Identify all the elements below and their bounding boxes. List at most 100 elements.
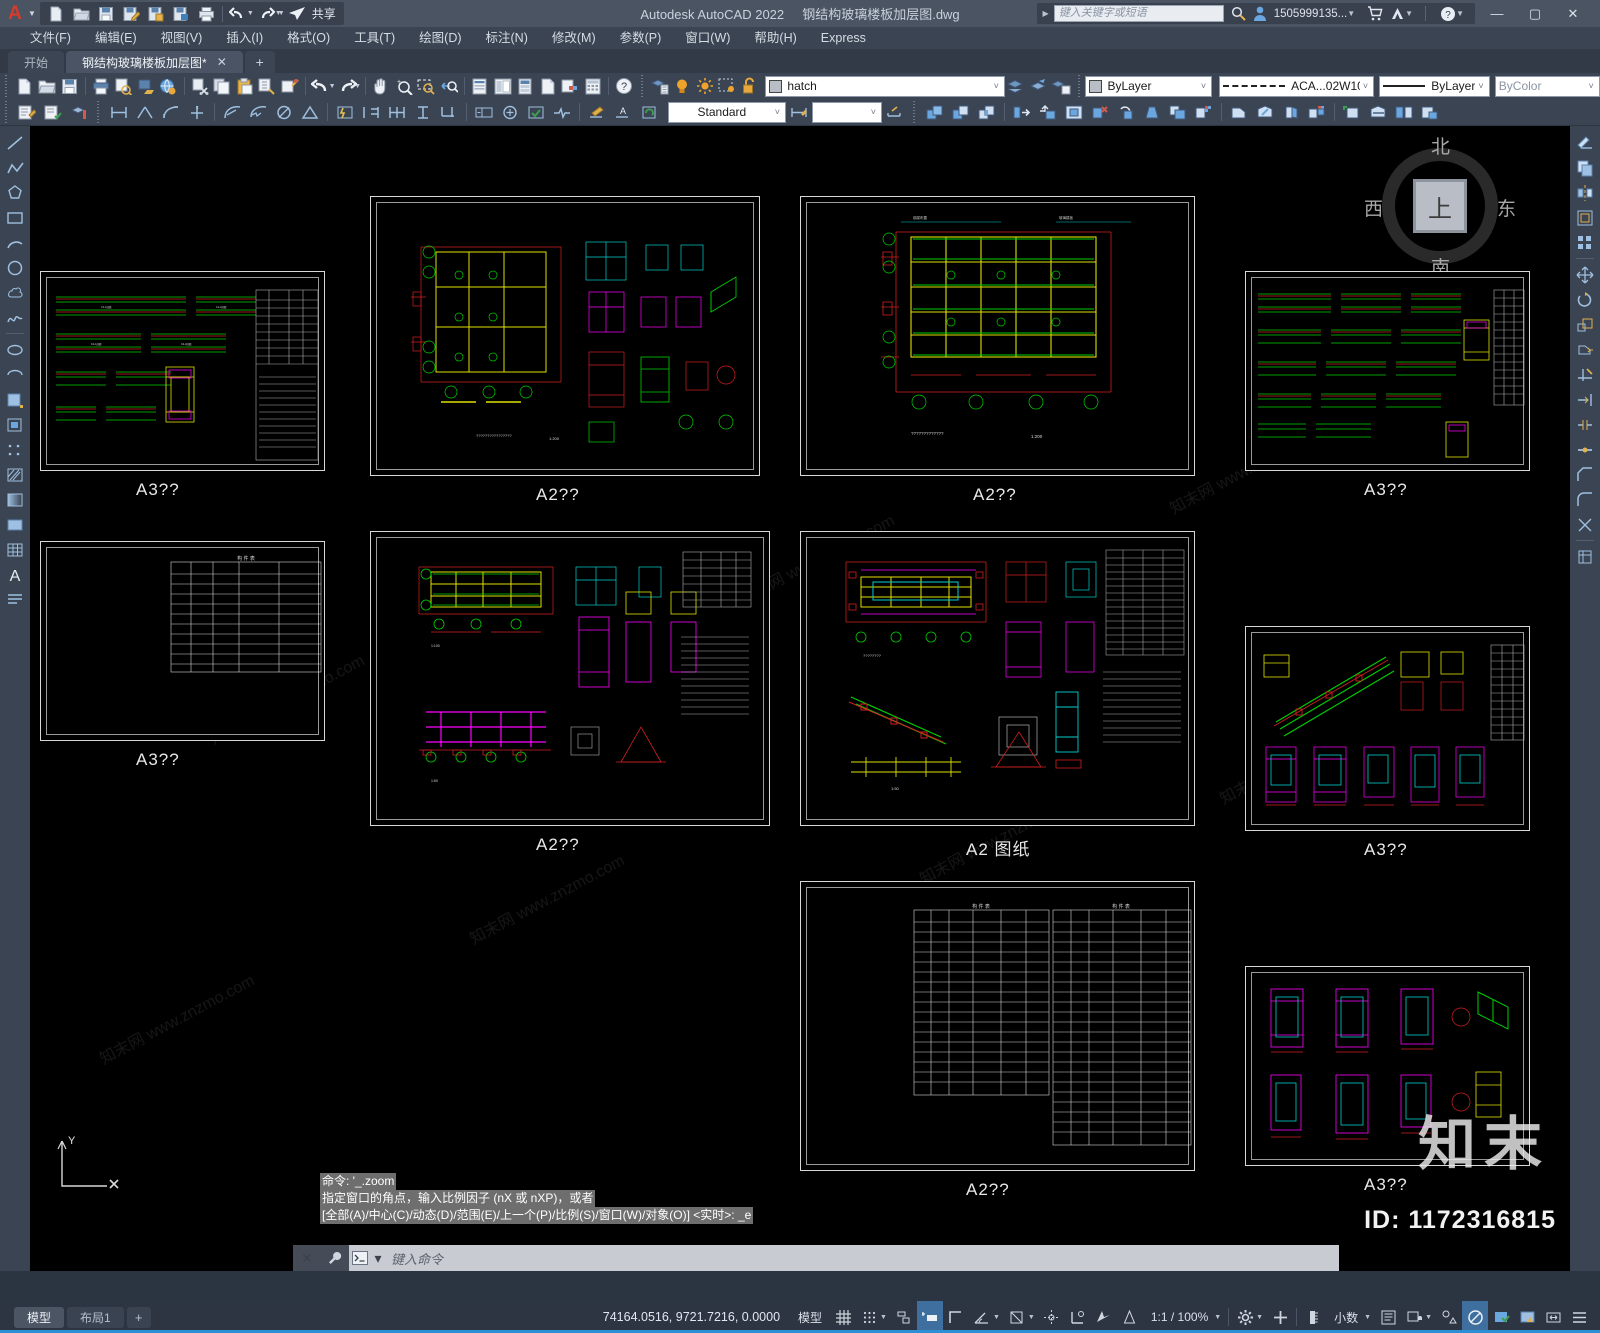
open-icon[interactable] [35,74,58,98]
solid-color-face-icon[interactable] [1191,100,1217,124]
help-icon[interactable]: ? [613,74,636,98]
table-icon[interactable] [2,537,28,562]
customization-icon[interactable] [1566,1301,1592,1333]
new-icon[interactable] [13,74,36,98]
calculator-icon[interactable] [582,74,605,98]
menu-modify[interactable]: 修改(M) [540,27,608,49]
chevron-down-icon[interactable]: ˅ [868,107,879,117]
arc-dimension-icon[interactable] [158,100,184,124]
chevron-down-icon[interactable]: ˅ [1475,81,1486,91]
tab-drawing[interactable]: 钢结构玻璃楼板加层图* ✕ [66,51,243,73]
wrench-icon[interactable] [324,1246,346,1270]
chamfer-icon[interactable] [1572,462,1598,487]
graphics-performance-icon[interactable] [1462,1301,1488,1333]
mtext-icon[interactable] [2,587,28,612]
zoom-previous-icon[interactable] [438,74,461,98]
units-label[interactable]: 小数 [1326,1301,1366,1333]
radius-dimension-icon[interactable] [219,100,245,124]
fillet-icon[interactable] [1572,487,1598,512]
move-icon[interactable] [1572,262,1598,287]
osnap-tracking-icon[interactable] [1039,1301,1065,1333]
close-icon[interactable]: ✕ [296,1246,318,1270]
layer-previous-icon[interactable] [1005,74,1028,98]
osnap-caret-icon[interactable]: ▼ [1028,1314,1035,1321]
add-separator-icon[interactable] [1267,1301,1293,1333]
toolbar-grip[interactable] [3,75,10,97]
aligned-dimension-icon[interactable] [132,100,158,124]
workspace-caret-icon[interactable]: ▼ [1256,1314,1263,1321]
properties-toolbar-grip[interactable] [1075,75,1083,97]
plot-preview-icon[interactable] [112,74,135,98]
edit-block-icon[interactable] [40,100,66,124]
region-icon[interactable] [2,512,28,537]
layer-unlock-icon[interactable] [739,74,762,98]
model-tab[interactable]: 模型 [14,1306,65,1328]
layout1-tab[interactable]: 布局1 [67,1306,124,1328]
dimension-break-icon[interactable] [436,100,462,124]
stretch-icon[interactable] [1572,337,1598,362]
layer-properties-icon[interactable] [649,74,672,98]
autodesk-caret-icon[interactable]: ▼ [1405,9,1413,18]
viewcube-north-label[interactable]: 北 [1431,132,1450,159]
polygon-icon[interactable] [2,180,28,205]
redo-icon[interactable] [254,3,279,25]
designcenter-icon[interactable] [492,74,515,98]
chevron-down-icon[interactable]: ˅ [1586,81,1597,91]
menu-edit[interactable]: 编辑(E) [83,27,149,49]
inspection-icon[interactable] [523,100,549,124]
block-attribute-icon[interactable] [66,100,92,124]
dimension-space-icon[interactable] [410,100,436,124]
drawing-canvas[interactable]: 知末网 www.znzmo.com 知末网 www.znzmo.com 知末网 … [30,126,1570,1271]
dim-scale-combo[interactable]: ˅ [812,101,882,123]
layer-thaw-icon[interactable] [694,74,717,98]
close-icon[interactable]: ✕ [217,55,227,69]
dimension-edit-icon[interactable] [584,100,610,124]
publish-icon[interactable] [135,74,158,98]
solid-subtract-icon[interactable] [948,100,974,124]
baseline-dimension-icon[interactable] [358,100,384,124]
continue-dimension-icon[interactable] [384,100,410,124]
lock-caret-icon[interactable]: ▼ [1425,1314,1432,1321]
menu-format[interactable]: 格式(O) [275,27,342,49]
user-account-icon[interactable] [1253,6,1267,21]
menu-view[interactable]: 视图(V) [149,27,215,49]
rectangle-icon[interactable] [2,205,28,230]
selection-cycling-icon[interactable] [1091,1301,1117,1333]
copy-icon[interactable] [1572,155,1598,180]
drawing-sheet[interactable]: A3?? [1245,271,1530,499]
extend-icon[interactable] [1572,387,1598,412]
array-icon[interactable] [1572,230,1598,255]
linear-dimension-icon[interactable] [106,100,132,124]
save-as-icon[interactable] [119,3,144,25]
menu-file[interactable]: 文件(F) [18,27,83,49]
polar-tracking-icon[interactable] [969,1301,995,1333]
menu-help[interactable]: 帮助(H) [742,27,808,49]
close-button[interactable]: ✕ [1554,0,1592,27]
solids-toolbar-grip[interactable] [911,101,919,123]
grid-icon[interactable] [830,1301,856,1333]
infocenter-expand-icon[interactable]: ▶ [1043,9,1049,18]
circle-icon[interactable] [2,255,28,280]
layer-toolbar-grip[interactable] [638,75,646,97]
menu-insert[interactable]: 插入(I) [214,27,275,49]
scale-caret-icon[interactable]: ▼ [1214,1314,1221,1321]
open-file-icon[interactable] [69,3,94,25]
paste-icon[interactable] [234,74,257,98]
zoom-window-icon[interactable] [415,74,438,98]
diameter-dimension-icon[interactable] [271,100,297,124]
block-editor-icon[interactable] [279,74,302,98]
rotate-icon[interactable] [1572,287,1598,312]
lineweight-combo[interactable]: ByLayer ˅ [1379,75,1490,97]
add-layout-button[interactable]: + [126,1306,151,1328]
help-caret-icon[interactable]: ▼ [1456,9,1464,18]
drawing-sheet[interactable]: A3?? [1245,626,1530,859]
save-copy-icon[interactable] [144,3,169,25]
arc-icon[interactable] [2,230,28,255]
ucs-icon[interactable] [1065,1301,1091,1333]
viewcube-east-label[interactable]: 东 [1497,194,1516,221]
fullscreen-icon[interactable] [1540,1301,1566,1333]
viewcube-settings-icon[interactable] [1572,544,1598,569]
polyline-icon[interactable] [2,155,28,180]
trim-icon[interactable] [1572,362,1598,387]
solid-interfere-icon[interactable] [1417,100,1443,124]
